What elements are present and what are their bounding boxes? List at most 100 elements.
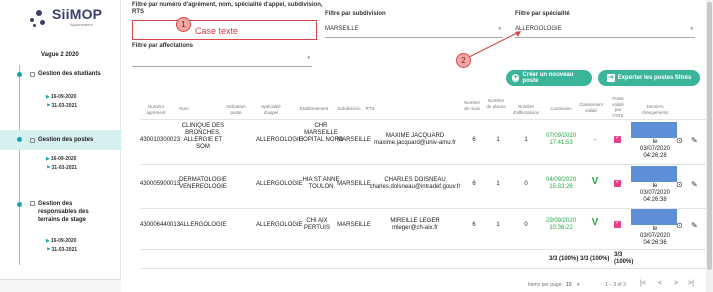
date-text: 16-09-2020 [50,156,77,162]
chevron-down-icon[interactable]: ▾ [577,282,580,288]
header-divider [140,119,708,120]
vague-title: Vague 2 2020 [41,52,79,58]
create-poste-label: Créer un nouveau poste [522,72,574,84]
timeline-dot [17,137,22,142]
cell-nb-mois: 6 [472,222,476,228]
cell-changed-label: le [652,226,658,232]
subdivision-value: MARSEILLE [325,26,359,32]
edit-icon[interactable]: ✎ [691,180,698,189]
cell-specialite: ALLERGOLOGIE [256,222,303,228]
play-icon: ▶ [46,238,50,244]
edit-icon[interactable]: ✎ [691,221,698,230]
siimop-logo[interactable]: SiiMOP Appariement [30,6,102,32]
cell-rts-name: MIREILLE LEGER [390,218,440,224]
cell-changed-label: le [652,183,658,189]
cell-nb-affect: 0 [524,222,528,228]
annotation-badge-1: 1 [176,17,191,32]
col-poste-valide[interactable]: Poste validé par l'ARS [609,96,627,118]
export-postes-label: Exporter les postes filtrés [617,75,692,81]
period-start: ▶ 16-09-2020 [46,94,76,100]
col-classement[interactable]: Classement validé [578,102,604,113]
col-nb-affectations[interactable]: Nombre d'affectations [509,104,543,115]
history-icon[interactable]: ⊙ [676,180,683,189]
poste-valide-checkbox[interactable] [614,219,621,228]
cell-nb-places: 1 [496,137,500,143]
next-page-icon[interactable]: > [674,280,678,287]
date-text: 16-09-2020 [50,238,77,244]
search-input[interactable]: Case texte [132,20,317,40]
col-nb-mois[interactable]: Nombre de mois [461,100,483,111]
col-specialite[interactable]: Spécialité d'appel [258,104,284,115]
items-per-page-label: Items per page: [528,282,563,288]
edit-icon[interactable]: ✎ [691,136,698,145]
flag-icon: ⚑ [46,103,51,109]
poste-valide-checkbox[interactable] [614,178,621,187]
date-text: 16-09-2020 [50,94,77,100]
specialite-select[interactable]: ALLERGOLOGIE ▾ [515,20,695,38]
col-nb-places[interactable]: Nombre de places [486,98,506,109]
cell-subdivision: MARSEILLE [337,222,371,228]
affectations-select[interactable]: ▾ [132,49,312,67]
first-page-icon[interactable]: |< [640,280,646,287]
cell-nom: DERMATOLOGIE VENEREOLOGIE [179,177,227,190]
cell-changed-date: 03/07/2020 [639,146,671,152]
cell-rts-email: mleger@ch-aix.fr [392,225,438,231]
sidebar-footer [0,279,121,292]
sidebar-item-responsables[interactable]: Gestion des responsables des terrains de… [0,200,121,230]
sidebar: SiiMOP Appariement Vague 2 2020 Gestion … [0,0,121,292]
cell-nb-mois: 6 [472,137,476,143]
cell-num: 430006440013 [140,222,181,228]
cell-rts-name: CHARLES DOISNEAU [384,177,446,183]
play-icon: ▶ [46,156,50,162]
row-divider [140,249,708,250]
export-postes-button[interactable]: ⇥ Exporter les postes filtrés [598,70,700,86]
scrollbar[interactable] [706,0,713,292]
col-subdivision[interactable]: Subdivision [334,106,364,112]
date-text: 31-03-2021 [51,103,78,109]
create-poste-button[interactable]: + Créer un nouveau poste [506,70,592,86]
search-filter-label: Filtre par numéro d'agrément, nom, spéci… [132,2,323,15]
date-text: 31-03-2021 [51,165,78,171]
last-page-icon[interactable]: >| [688,280,694,287]
scrollbar-thumb[interactable] [707,2,712,270]
logo-subtitle: Appariement [70,22,93,27]
period-end: ⚑ 31-03-2021 [46,247,77,253]
col-connexion[interactable]: Connexion [548,106,574,112]
total-poste-valide: 3/3 (100%) [614,252,634,265]
history-icon[interactable]: ⊙ [676,136,683,145]
cell-changed-time: 04:26:38 [643,197,667,203]
col-etablissement[interactable]: Etablissement [296,106,332,112]
period-end: ⚑ 31-03-2021 [46,103,77,109]
col-num[interactable]: Numéro agrément [140,104,172,115]
plus-icon: + [512,74,520,82]
col-indication[interactable]: Indication poste [222,104,250,115]
page-range: 1 – 3 of 3 [605,282,626,288]
cell-rts-email: maxime.jacquard@univ-amu.fr [374,140,456,146]
row-divider [140,208,708,209]
col-nom[interactable]: Nom [177,106,191,112]
annotation-badge-2: 2 [456,53,471,68]
cell-classement: - [594,137,596,143]
date-text: 31-03-2021 [51,247,78,253]
poste-valide-checkbox[interactable] [614,134,621,143]
history-icon[interactable]: ⊙ [676,221,683,230]
cell-nb-places: 1 [496,181,500,187]
items-per-page-select[interactable]: 10 [566,282,572,288]
col-rts[interactable]: RTS [365,106,375,112]
cell-nb-affect: 0 [524,181,528,187]
cell-nb-affect: 1 [524,137,528,143]
cell-conn-time: 15:33:26 [549,184,573,190]
prev-page-icon[interactable]: < [658,280,662,287]
change-indicator [631,122,677,138]
change-indicator [631,166,677,182]
cell-nb-places: 1 [496,222,500,228]
timeline-line [19,65,20,265]
annotation-arrow [464,31,521,60]
square-icon [30,138,35,143]
sidebar-item-etudiants[interactable]: Gestion des etudiants [0,71,121,85]
cell-num: 430005900013 [140,181,181,187]
cell-rts-name: MAXIME JACQUARD [385,133,445,139]
cell-conn-time: 10:36:22 [549,225,573,231]
col-derniers[interactable]: Derniers changements [634,104,676,115]
row-divider [140,164,708,165]
